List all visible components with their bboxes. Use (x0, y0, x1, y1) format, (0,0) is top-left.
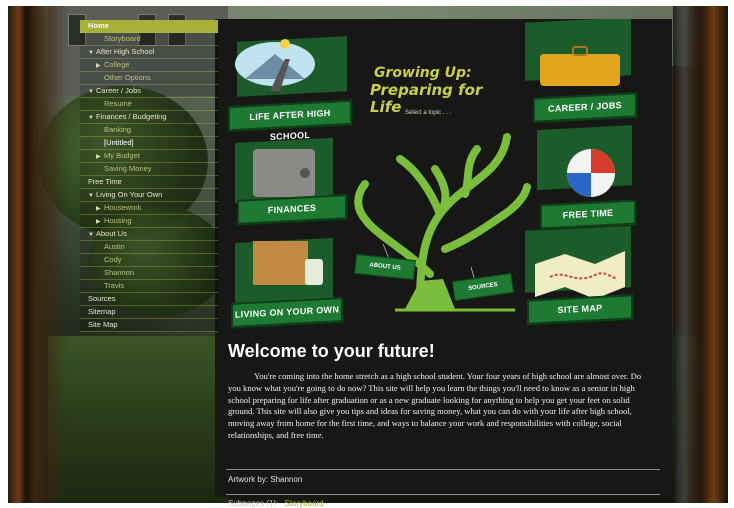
sidebar-item-label: Austin (104, 242, 125, 251)
tile-living-on-your-own[interactable]: LIVING ON YOUR OWN (231, 297, 343, 328)
caret-right-icon[interactable]: ▶ (96, 151, 104, 163)
sidebar-item-label: Storyboard (104, 34, 141, 43)
tile-site-map[interactable]: SITE MAP (527, 294, 633, 325)
sidebar-item-19[interactable]: Shannon (80, 267, 218, 280)
sidebar-item-12[interactable]: Free Time (80, 176, 218, 189)
sidebar-item-15[interactable]: ▶ Housing (80, 215, 218, 228)
safe-picture (235, 137, 333, 203)
sidebar-item-1[interactable]: Storyboard (80, 33, 218, 46)
sidebar-item-13[interactable]: ▼ Living On Your Own (80, 189, 218, 202)
sidebar-item-label: Housing (104, 216, 132, 225)
sidebar-item-0[interactable]: Home (80, 20, 218, 33)
site-title: Growing Up: Preparing for Life (370, 65, 510, 116)
sidebar-item-label: Sitemap (88, 307, 116, 316)
sidebar-item-6[interactable]: Resume (80, 98, 218, 111)
sidebar-item-2[interactable]: ▼ After High School (80, 46, 218, 59)
sidebar-item-label: Cody (104, 255, 122, 264)
boxes-picture (235, 237, 333, 303)
sidebar-item-label: Career / Jobs (96, 86, 142, 95)
sidebar-item-18[interactable]: Cody (80, 254, 218, 267)
sidebar-item-label: Saving Money (104, 164, 152, 173)
sidebar-item-16[interactable]: ▼ About Us (80, 228, 218, 241)
map-picture (525, 225, 631, 299)
artwork-credit: Artwork by: Shannon (228, 475, 303, 484)
sidebar-item-label: College (104, 60, 130, 69)
caret-down-icon[interactable]: ▼ (88, 112, 96, 124)
sidebar-item-label: Living On Your Own (96, 190, 163, 199)
caret-down-icon[interactable]: ▼ (88, 47, 96, 59)
suitcase-picture (525, 19, 631, 86)
sidebar-item-9[interactable]: [Untitled] (80, 137, 218, 150)
main-content: Growing Up: Preparing for Life Select a … (215, 19, 672, 508)
page-heading: Welcome to your future! (228, 341, 435, 361)
sidebar-item-label: Sources (88, 294, 116, 303)
sidebar-item-5[interactable]: ▼ Career / Jobs (80, 85, 218, 98)
divider (226, 494, 660, 495)
sidebar-item-4[interactable]: Other Options (80, 72, 218, 85)
sidebar-item-label: Banking (104, 125, 132, 134)
wood-frame-right (680, 6, 728, 503)
site-subtitle: Select a topic . . . (405, 110, 452, 116)
sidebar-item-label: Home (88, 21, 109, 30)
caret-down-icon[interactable]: ▼ (88, 86, 96, 98)
sidebar-item-label: Finances / Budgeting (96, 112, 167, 121)
caret-down-icon[interactable]: ▼ (88, 190, 96, 202)
sidebar-item-11[interactable]: Saving Money (80, 163, 218, 176)
caret-right-icon[interactable]: ▶ (96, 60, 104, 72)
sidebar-item-label: About Us (96, 229, 127, 238)
sidebar-item-label: After High School (96, 47, 155, 56)
sidebar-item-14[interactable]: ▶ Housework (80, 202, 218, 215)
sidebar-item-label: Shannon (104, 268, 135, 277)
intro-paragraph: You're coming into the home stretch as a… (228, 371, 642, 440)
sidebar-item-8[interactable]: Banking (80, 124, 218, 137)
divider (226, 469, 660, 470)
road-picture (235, 36, 347, 97)
subpages-label: Subpages (1): (228, 499, 279, 508)
sidebar-item-label: Other Options (104, 73, 151, 82)
sidebar-item-label: Free Time (88, 177, 122, 186)
banner-art (235, 19, 632, 312)
sidebar-nav: Home Storyboard ▼ After High School ▶ College… (80, 20, 218, 332)
topic-banner: Growing Up: Preparing for Life Select a … (215, 19, 672, 328)
subpage-link-storyboard[interactable]: Storyboard (285, 499, 324, 508)
caret-down-icon[interactable]: ▼ (88, 229, 96, 241)
sidebar-item-label: My Budget (104, 151, 140, 160)
subpages: Subpages (1): Storyboard (228, 499, 324, 508)
sidebar-item-label: Travis (104, 281, 125, 290)
wood-frame-left (8, 6, 68, 503)
sidebar-item-label: [Untitled] (104, 138, 134, 147)
sidebar-item-22[interactable]: Sitemap (80, 306, 218, 319)
sidebar-item-label: Resume (104, 99, 132, 108)
sidebar-item-23[interactable]: Site Map (80, 319, 218, 332)
sidebar-item-label: Housework (104, 203, 142, 212)
beach-ball-picture (537, 125, 632, 197)
caret-right-icon[interactable]: ▶ (96, 216, 104, 228)
sidebar-item-21[interactable]: Sources (80, 293, 218, 306)
sidebar-item-17[interactable]: Austin (80, 241, 218, 254)
background-lawn (48, 336, 228, 503)
tile-free-time[interactable]: FREE TIME (540, 199, 636, 230)
site-title-line1: Growing Up: (374, 65, 472, 81)
sidebar-item-20[interactable]: Travis (80, 280, 218, 293)
sidebar-item-3[interactable]: ▶ College (80, 59, 218, 72)
sidebar-item-label: Site Map (88, 320, 118, 329)
sidebar-item-10[interactable]: ▶ My Budget (80, 150, 218, 163)
sidebar-item-7[interactable]: ▼ Finances / Budgeting (80, 111, 218, 124)
caret-right-icon[interactable]: ▶ (96, 203, 104, 215)
